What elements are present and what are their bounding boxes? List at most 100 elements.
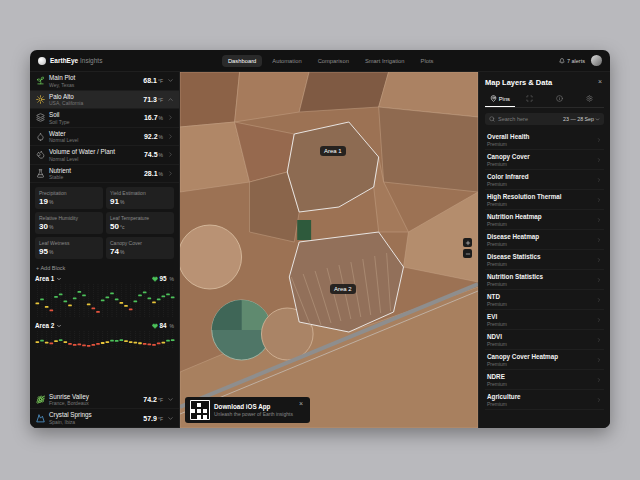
chart-bar: [129, 309, 133, 311]
layer-row[interactable]: Nutrition HeatmapPremium: [485, 210, 604, 230]
panel-tab[interactable]: [515, 92, 545, 107]
chevron-icon: [596, 237, 602, 243]
plot-name: Palo Alto: [49, 93, 139, 101]
chart-bar: [50, 343, 54, 345]
date-range[interactable]: 23 — 28 Sep: [563, 116, 600, 122]
plot-row[interactable]: Main PlotWey, Texas68.1°F: [30, 72, 179, 91]
layer-row[interactable]: Disease HeatmapPremium: [485, 230, 604, 250]
chevron-icon[interactable]: [167, 415, 174, 422]
user-avatar[interactable]: [591, 55, 602, 66]
metric-name: Nutrient: [49, 167, 140, 175]
layer-row[interactable]: Nutrition StatisticsPremium: [485, 270, 604, 290]
chart-bar: [124, 341, 128, 343]
layer-row[interactable]: NDREPremium: [485, 370, 604, 390]
area-label[interactable]: Area 2: [330, 284, 356, 294]
chart-bar: [45, 306, 49, 308]
close-button[interactable]: ×: [297, 400, 305, 407]
metric-row[interactable]: WaterNormal Level92.2%: [30, 128, 179, 147]
area-selector[interactable]: Area 2: [35, 322, 62, 329]
top-bar: EarthEye Insights Dashboard Automation Comp…: [30, 50, 610, 72]
layer-row[interactable]: Canopy Cover HeatmapPremium: [485, 350, 604, 370]
zoom-controls: [463, 238, 472, 258]
layer-row[interactable]: EVIPremium: [485, 310, 604, 330]
panel-tab[interactable]: [545, 92, 575, 107]
metric-status: Normal Level: [49, 137, 140, 143]
app-window: EarthEye Insights Dashboard Automation Comp…: [30, 50, 610, 428]
stat-card[interactable]: Yield Estimation91%: [106, 187, 174, 209]
map-layers-panel: Map Layers & Data×Pins23 — 28 SepOverall…: [478, 72, 610, 428]
metric-value: 74.5%: [144, 151, 163, 158]
area-label[interactable]: Area 1: [320, 146, 346, 156]
chart-bar: [68, 305, 72, 307]
zoom-out-button[interactable]: [463, 249, 472, 258]
metric-row[interactable]: Volume of Water / PlantNormal Level74.5%: [30, 146, 179, 165]
panel-tab[interactable]: Pins: [485, 92, 515, 107]
area-selector[interactable]: Area 1: [35, 275, 62, 282]
chevron-icon[interactable]: [167, 133, 174, 140]
metric-row[interactable]: NutrientStable28.1%: [30, 165, 179, 184]
search-bar: 23 — 28 Sep: [485, 113, 604, 125]
chart-bar: [45, 342, 49, 344]
logo[interactable]: EarthEye Insights: [38, 57, 102, 65]
metric-icon: [35, 150, 45, 160]
chevron-icon: [596, 397, 602, 403]
nav-item[interactable]: Smart Irrigation: [359, 55, 411, 67]
layer-row[interactable]: Canopy CoverPremium: [485, 150, 604, 170]
chart-bar: [82, 295, 86, 297]
chevron-icon: [596, 357, 602, 363]
ios-app-promo[interactable]: Download iOS AppUnleash the power of Ear…: [185, 397, 310, 423]
chevron-icon: [596, 277, 602, 283]
chart-bar: [138, 343, 142, 345]
nav-item[interactable]: Dashboard: [222, 55, 262, 67]
chevron-icon[interactable]: [167, 96, 174, 103]
chevron-icon[interactable]: [167, 396, 174, 403]
plot-temperature: 68.1°F: [143, 77, 163, 84]
stat-card[interactable]: Canopy Cover74%: [106, 237, 174, 259]
chart-bar: [152, 344, 156, 346]
layer-row[interactable]: AgriculturePremium: [485, 390, 604, 410]
satellite-map[interactable]: [180, 72, 478, 428]
chevron-icon[interactable]: [167, 77, 174, 84]
layer-row[interactable]: NTDPremium: [485, 290, 604, 310]
stat-card[interactable]: Leaf Wetness95%: [35, 237, 103, 259]
close-button[interactable]: ×: [596, 78, 604, 85]
tab-icon: [490, 95, 497, 102]
plot-row[interactable]: Crystal SpringsSpain, Ibiza57.9°F: [30, 409, 179, 428]
chart-bar: [59, 340, 63, 342]
layer-row[interactable]: NDVIPremium: [485, 330, 604, 350]
chevron-icon: [56, 276, 62, 282]
chevron-icon[interactable]: [167, 170, 174, 177]
layer-row[interactable]: High Resolution ThermalPremium: [485, 190, 604, 210]
chart-bar: [110, 340, 114, 342]
plot-location: France, Bordeaux: [49, 400, 139, 406]
chevron-icon[interactable]: [167, 151, 174, 158]
map-view: Area 1 Area 2 Download iOS AppUnleash the …: [180, 72, 478, 428]
layer-row[interactable]: Disease StatisticsPremium: [485, 250, 604, 270]
layer-row[interactable]: Overall HealthPremium: [485, 130, 604, 150]
search-input[interactable]: [498, 116, 560, 122]
stat-card[interactable]: Relative Humidity30%: [35, 212, 103, 234]
chart-bar: [92, 308, 96, 310]
plot-row[interactable]: Sunrise ValleyFrance, Bordeaux74.2°F: [30, 391, 179, 410]
panel-tab[interactable]: [574, 92, 604, 107]
layer-row[interactable]: Color InfraredPremium: [485, 170, 604, 190]
tab-icon: [526, 95, 533, 102]
bell-icon: [559, 58, 565, 64]
plot-icon: [35, 76, 45, 86]
zoom-in-button[interactable]: [463, 238, 472, 247]
add-block-button[interactable]: + Add Block: [30, 263, 179, 273]
nav-item[interactable]: Plots: [415, 55, 440, 67]
chevron-icon[interactable]: [167, 114, 174, 121]
stat-card[interactable]: Precipitation19%: [35, 187, 103, 209]
chart-bar: [36, 341, 40, 343]
plot-row[interactable]: Palo AltoUSA, California71.3°F: [30, 91, 179, 110]
qr-code-icon: [190, 400, 210, 420]
chart-bar: [162, 296, 166, 298]
stat-card[interactable]: Leaf Temperature50°c: [106, 212, 174, 234]
chart-bar: [143, 292, 147, 294]
alerts-button[interactable]: 7 alerts: [559, 58, 585, 64]
nav-item[interactable]: Comparison: [312, 55, 355, 67]
metric-row[interactable]: SoilSoil Type16.7%: [30, 109, 179, 128]
nav-item[interactable]: Automation: [266, 55, 307, 67]
chart-bar: [138, 295, 142, 297]
